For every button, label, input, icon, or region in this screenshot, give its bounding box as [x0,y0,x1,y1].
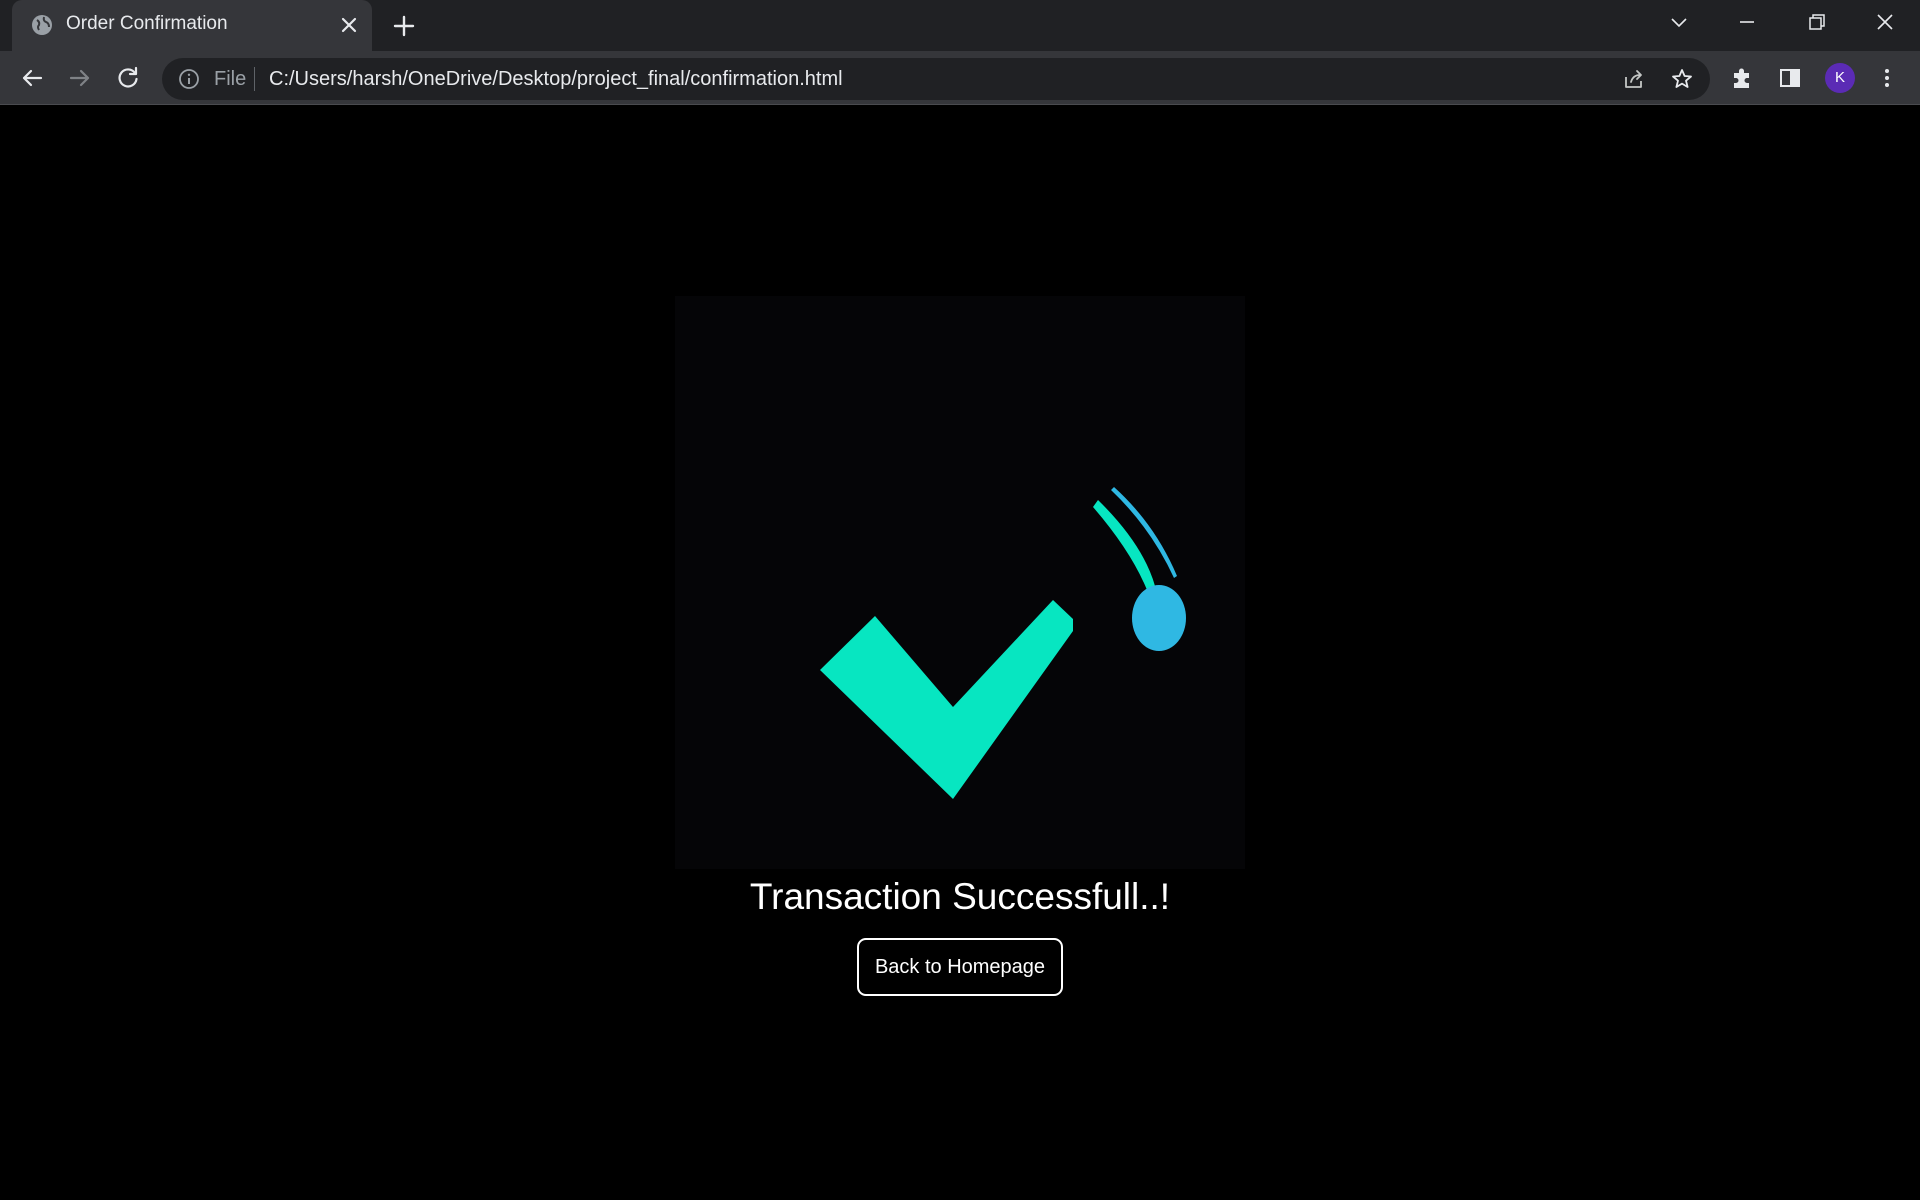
success-animation [675,296,1245,869]
arrow-left-icon[interactable] [17,63,47,93]
motion-trail-icon [1093,500,1155,590]
page-title: Transaction Successfull..! [749,876,1171,917]
avatar[interactable]: K [1825,63,1855,93]
info-icon[interactable] [178,68,200,90]
tab-strip: Order Confirmation [0,0,1920,51]
back-to-homepage-button[interactable]: Back to Homepage [857,938,1063,996]
share-icon[interactable] [1622,67,1646,91]
kebab-menu-icon[interactable] [1872,63,1902,93]
scheme-label: File [214,68,247,90]
window-close-icon[interactable] [1867,8,1903,38]
minimize-icon[interactable] [1729,8,1765,38]
restore-icon[interactable] [1798,8,1834,38]
divider [254,67,255,91]
side-panel-icon[interactable] [1775,63,1805,93]
chevron-down-icon[interactable] [1661,8,1697,38]
globe-icon [32,15,52,35]
arrow-right-icon[interactable] [65,63,95,93]
close-icon[interactable] [337,13,361,37]
browser-tab[interactable]: Order Confirmation [12,0,372,51]
puzzle-icon[interactable] [1727,63,1757,93]
url-text[interactable]: C:/Users/harsh/OneDrive/Desktop/project_… [269,68,843,91]
browser-toolbar: File C:/Users/harsh/OneDrive/Desktop/pro… [0,51,1920,105]
tab-title: Order Confirmation [66,13,228,34]
dot-icon [1132,585,1186,651]
page-content: Transaction Successfull..! Back to Homep… [0,106,1920,1200]
star-icon[interactable] [1670,67,1694,91]
reload-icon[interactable] [113,63,143,93]
plus-icon[interactable] [390,12,418,40]
address-bar[interactable]: File C:/Users/harsh/OneDrive/Desktop/pro… [162,58,1710,100]
checkmark-icon [820,600,1073,799]
